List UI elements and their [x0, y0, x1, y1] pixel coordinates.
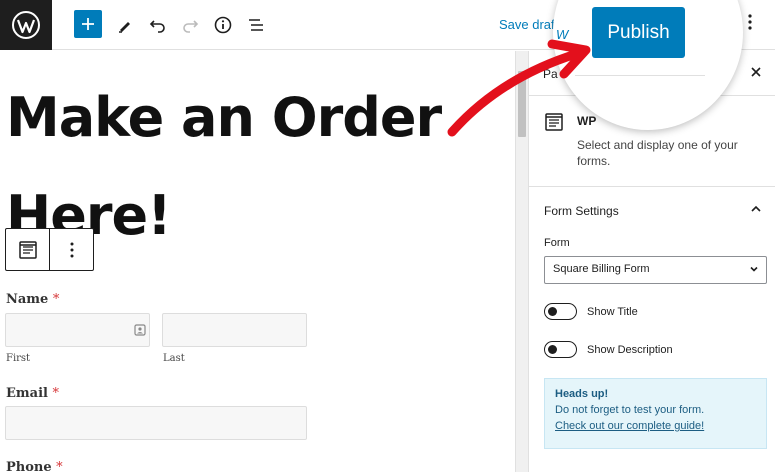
- last-sublabel: Last: [163, 353, 185, 364]
- required-mark: *: [52, 386, 60, 401]
- required-mark: *: [56, 460, 63, 472]
- email-input[interactable]: [5, 406, 307, 440]
- close-sidebar-button[interactable]: [749, 65, 763, 84]
- first-name-input[interactable]: [5, 313, 150, 347]
- collapse-panel-button[interactable]: [749, 202, 763, 221]
- heads-up-notice: Heads up! Do not forget to test your for…: [544, 378, 767, 449]
- form-select-label: Form: [544, 237, 570, 249]
- notice-guide-link[interactable]: Check out our complete guide!: [555, 420, 756, 432]
- block-description: Select and display one of your forms.: [577, 138, 738, 168]
- undo-button[interactable]: [143, 10, 173, 40]
- wordpress-icon: [12, 11, 40, 39]
- form-settings-panel-title[interactable]: Form Settings: [544, 204, 619, 218]
- save-draft-button[interactable]: Save draft: [499, 17, 558, 32]
- show-title-toggle[interactable]: [544, 303, 577, 320]
- more-vertical-icon: [70, 242, 73, 257]
- contact-card-icon: [134, 324, 146, 336]
- more-vertical-icon: [748, 14, 752, 30]
- notice-heading: Heads up!: [555, 388, 609, 400]
- details-button[interactable]: [208, 10, 238, 40]
- pencil-icon: [119, 22, 130, 33]
- form-block-icon: [18, 240, 37, 259]
- list-view-icon: [249, 19, 263, 31]
- undo-icon: [149, 20, 165, 33]
- email-field-label: Email *: [6, 386, 59, 401]
- plus-icon: [82, 18, 94, 30]
- info-icon: [214, 16, 232, 34]
- close-icon: [751, 67, 761, 77]
- show-description-toggle[interactable]: [544, 341, 577, 358]
- name-field-label: Name *: [6, 292, 59, 307]
- tools-button[interactable]: [110, 10, 140, 40]
- name-label-text: Name: [6, 292, 49, 307]
- block-options-button[interactable]: [50, 229, 93, 270]
- chevron-up-icon: [751, 205, 761, 212]
- add-block-button[interactable]: [74, 10, 102, 38]
- redo-button[interactable]: [175, 10, 205, 40]
- chevron-down-icon: [750, 266, 758, 272]
- last-name-input[interactable]: [162, 313, 307, 347]
- editor-canvas: Make an Order Here! Name * First Last Em…: [0, 51, 515, 472]
- list-view-button[interactable]: [241, 10, 271, 40]
- phone-label-text: Phone: [6, 460, 52, 472]
- form-select-value: Square Billing Form: [553, 263, 650, 275]
- notice-text: Do not forget to test your form.: [555, 404, 705, 416]
- toggle-knob: [548, 345, 557, 354]
- show-title-label: Show Title: [587, 305, 638, 318]
- red-arrow-annotation: [447, 39, 591, 137]
- redo-icon: [183, 20, 199, 33]
- wordpress-logo-button[interactable]: [0, 0, 52, 50]
- email-label-text: Email: [6, 386, 48, 401]
- options-button[interactable]: [742, 12, 758, 37]
- phone-field-label: Phone *: [6, 460, 63, 472]
- toggle-knob: [548, 307, 557, 316]
- form-select[interactable]: Square Billing Form: [544, 256, 767, 284]
- show-title-row: Show Title: [544, 303, 638, 320]
- show-description-label: Show Description: [587, 343, 673, 356]
- block-toolbar: [5, 228, 94, 271]
- publish-button[interactable]: Publish: [592, 7, 685, 58]
- block-type-button[interactable]: [6, 229, 50, 270]
- show-description-row: Show Description: [544, 341, 673, 358]
- first-sublabel: First: [6, 353, 31, 364]
- required-mark: *: [52, 292, 60, 307]
